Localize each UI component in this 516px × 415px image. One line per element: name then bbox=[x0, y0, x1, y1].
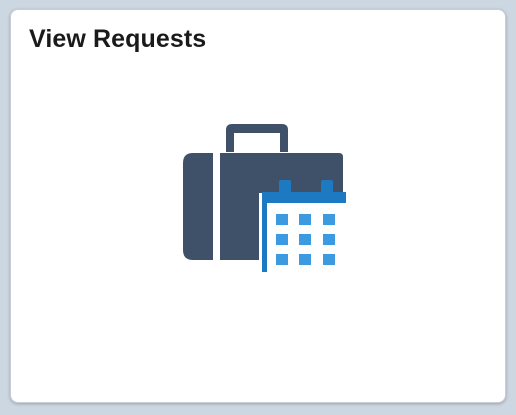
calendar-ring-left bbox=[279, 180, 291, 202]
briefcase-strap bbox=[213, 153, 220, 260]
calendar-ring-right bbox=[321, 180, 333, 202]
briefcase-calendar-icon bbox=[183, 124, 346, 272]
view-requests-tile[interactable]: View Requests bbox=[10, 9, 506, 403]
tile-title: View Requests bbox=[29, 25, 207, 53]
calendar-grid bbox=[276, 214, 335, 265]
briefcase-handle bbox=[226, 124, 288, 152]
